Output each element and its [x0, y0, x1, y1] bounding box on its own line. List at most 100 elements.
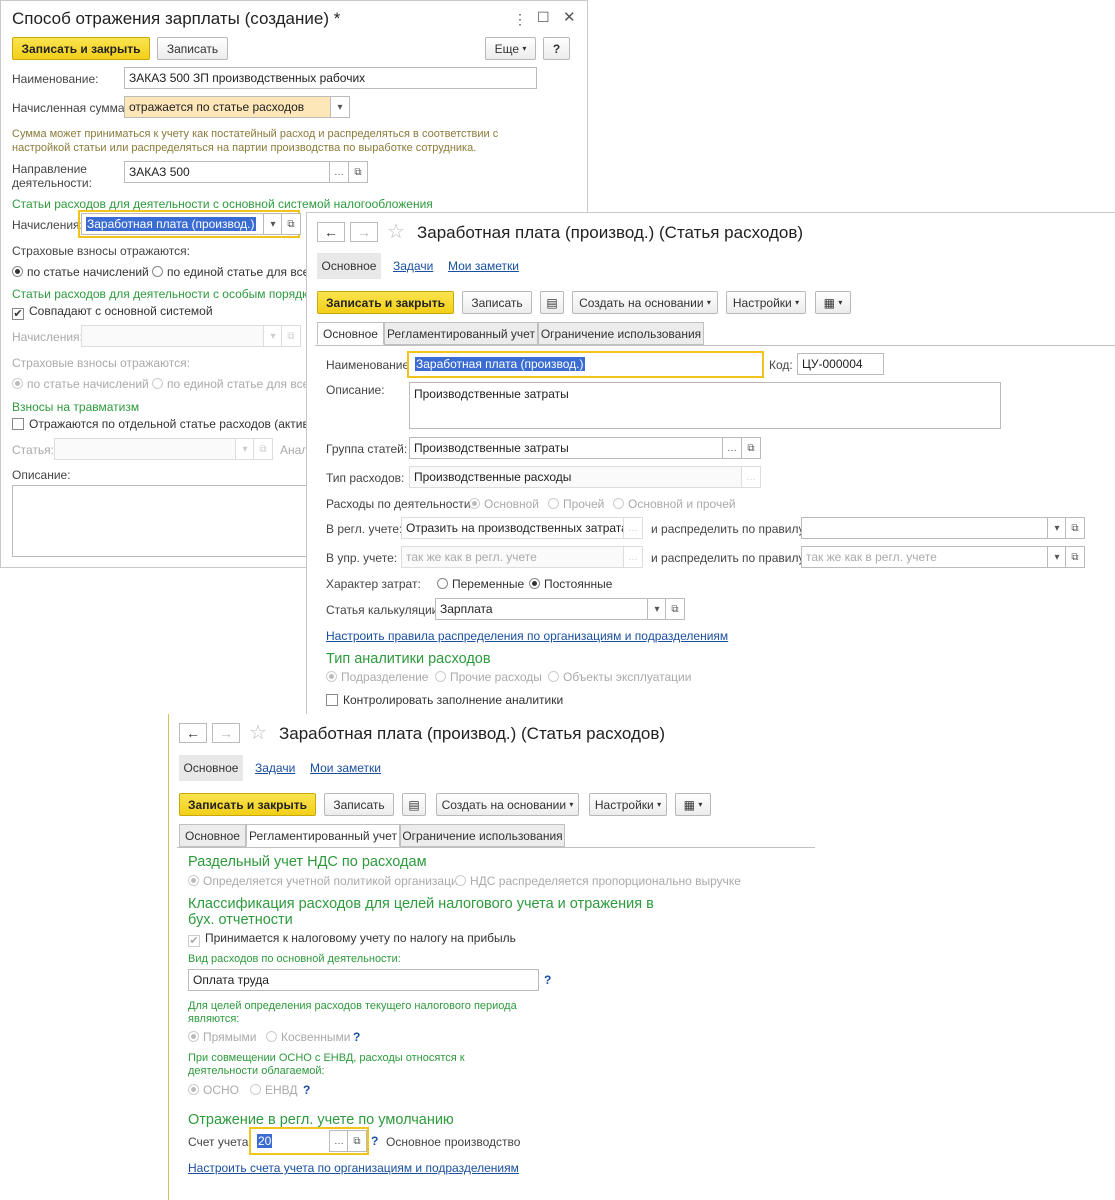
nav-notes[interactable]: Мои заметки: [448, 259, 519, 273]
analytics-dept-radio[interactable]: Подразделение: [326, 670, 428, 684]
description-field[interactable]: [12, 485, 308, 557]
open-icon[interactable]: ⧉: [281, 213, 301, 235]
open-icon[interactable]: ⧉: [665, 598, 685, 620]
type-field[interactable]: Производственные расходы: [409, 466, 743, 488]
dropdown-arrow-icon[interactable]: ▾: [1047, 546, 1067, 568]
ellipsis-icon[interactable]: …: [623, 517, 643, 539]
document-icon[interactable]: ▤: [540, 291, 564, 314]
code-field[interactable]: ЦУ-000004: [797, 353, 884, 375]
nav-tasks[interactable]: Задачи: [393, 259, 433, 273]
settings-button[interactable]: Настройки ▾: [726, 291, 806, 314]
back-arrow-icon[interactable]: ←: [179, 723, 207, 743]
save-button[interactable]: Записать: [324, 793, 394, 816]
tab-restrictions[interactable]: Ограничение использования: [538, 322, 704, 345]
envd-envd-radio[interactable]: ЕНВД: [250, 1083, 298, 1097]
create-based-button[interactable]: Создать на основании ▾: [436, 793, 579, 816]
distribute2-field[interactable]: так же как в регл. учете: [801, 546, 1049, 568]
open-icon[interactable]: ⧉: [741, 437, 761, 459]
accounts-settings-link[interactable]: Настроить счета учета по организациям и …: [188, 1161, 519, 1175]
activity-other-radio[interactable]: Прочей: [548, 497, 604, 511]
nav-main[interactable]: Основное: [317, 253, 381, 279]
activity-both-radio[interactable]: Основной и прочей: [613, 497, 736, 511]
article-field[interactable]: [54, 438, 236, 460]
star-icon[interactable]: ☆: [387, 219, 405, 244]
create-based-button[interactable]: Создать на основании ▾: [572, 291, 718, 314]
settings-button[interactable]: Настройки ▾: [589, 793, 667, 816]
direction-field[interactable]: ЗАКАЗ 500: [124, 161, 331, 183]
report-icon[interactable]: ▦ ▾: [815, 291, 851, 314]
dropdown-arrow-icon[interactable]: ▾: [1047, 517, 1067, 539]
maximize-icon[interactable]: ☐: [537, 9, 550, 26]
nature-fixed-radio[interactable]: Постоянные: [529, 577, 612, 591]
help-icon[interactable]: ?: [303, 1083, 310, 1097]
nav-tasks[interactable]: Задачи: [255, 761, 295, 775]
forward-arrow-icon[interactable]: →: [212, 723, 240, 743]
close-icon[interactable]: ✕: [563, 8, 576, 26]
open-icon[interactable]: ⧉: [281, 325, 301, 347]
tab-main[interactable]: Основное: [179, 824, 246, 847]
vat-policy-radio[interactable]: Определяется учетной политикой организац…: [188, 874, 464, 888]
profit-tax-checkbox[interactable]: ✔ Принимается к налоговому учету по налог…: [188, 931, 516, 947]
open-icon[interactable]: ⧉: [253, 438, 273, 460]
ellipsis-icon[interactable]: …: [741, 466, 761, 488]
activity-main-radio[interactable]: Основной: [469, 497, 539, 511]
save-and-close-button[interactable]: Записать и закрыть: [12, 37, 150, 60]
name-field[interactable]: ЗАКАЗ 500 ЗП производственных рабочих: [124, 67, 537, 89]
tab-restrictions[interactable]: Ограничение использования: [400, 824, 565, 847]
accruals-field[interactable]: Заработная плата (производ.): [81, 213, 264, 235]
save-and-close-button[interactable]: Записать и закрыть: [179, 793, 316, 816]
envd-osno-radio[interactable]: ОСНО: [188, 1083, 239, 1097]
mgmt-accounting-field[interactable]: так же как в регл. учете: [401, 546, 625, 568]
analytics-other-radio[interactable]: Прочие расходы: [435, 670, 542, 684]
save-button[interactable]: Записать: [462, 291, 532, 314]
tab-regulated[interactable]: Регламентированный учет: [246, 824, 400, 847]
forward-arrow-icon[interactable]: →: [350, 222, 378, 242]
open-icon[interactable]: ⧉: [348, 161, 368, 183]
radio2-by-accrual[interactable]: по статье начислений: [12, 377, 149, 391]
ellipsis-icon[interactable]: …: [329, 1130, 349, 1152]
expense-kind-field[interactable]: Оплата труда: [188, 969, 539, 991]
report-icon[interactable]: ▦ ▾: [675, 793, 711, 816]
save-and-close-button[interactable]: Записать и закрыть: [317, 291, 454, 314]
period-indirect-radio[interactable]: Косвенными: [266, 1030, 350, 1044]
back-arrow-icon[interactable]: ←: [317, 222, 345, 242]
save-button[interactable]: Записать: [157, 37, 228, 60]
nature-variable-radio[interactable]: Переменные: [437, 577, 524, 591]
open-icon[interactable]: ⧉: [1065, 517, 1085, 539]
dropdown-arrow-icon[interactable]: ▾: [263, 325, 283, 347]
document-icon[interactable]: ▤: [402, 793, 426, 816]
ellipsis-icon[interactable]: …: [623, 546, 643, 568]
period-direct-radio[interactable]: Прямыми: [188, 1030, 257, 1044]
description-field[interactable]: Производственные затраты: [409, 382, 1001, 429]
tab-main[interactable]: Основное: [317, 322, 384, 345]
dropdown-arrow-icon[interactable]: ▾: [235, 438, 255, 460]
accrued-sum-select[interactable]: отражается по статье расходов: [124, 96, 331, 118]
distribute-field[interactable]: [801, 517, 1049, 539]
open-icon[interactable]: ⧉: [347, 1130, 367, 1152]
control-analytics-checkbox[interactable]: Контролировать заполнение аналитики: [326, 693, 563, 707]
group-field[interactable]: Производственные затраты: [409, 437, 723, 459]
open-icon[interactable]: ⧉: [1065, 546, 1085, 568]
help-icon[interactable]: ?: [371, 1134, 378, 1148]
nav-notes[interactable]: Мои заметки: [310, 761, 381, 775]
dropdown-arrow-icon[interactable]: ▾: [647, 598, 667, 620]
same-as-main-checkbox[interactable]: ✔ Совпадают с основной системой: [12, 304, 213, 320]
help-button[interactable]: ?: [543, 37, 570, 60]
reg-accounting-field[interactable]: Отразить на производственных затратах: [401, 517, 625, 539]
help-icon[interactable]: ?: [353, 1030, 360, 1044]
star-icon[interactable]: ☆: [249, 720, 267, 745]
distribution-rules-link[interactable]: Настроить правила распределения по орган…: [326, 629, 728, 643]
nav-main[interactable]: Основное: [179, 755, 243, 781]
vat-proportional-radio[interactable]: НДС распределяется пропорционально выруч…: [455, 874, 741, 888]
help-icon[interactable]: ?: [544, 973, 551, 987]
account-field[interactable]: 20: [252, 1130, 330, 1152]
radio-single-article[interactable]: по единой статье для всех: [152, 265, 315, 279]
ellipsis-icon[interactable]: …: [329, 161, 349, 183]
injury-checkbox[interactable]: Отражаются по отдельной статье расходов …: [12, 417, 328, 431]
name-field[interactable]: Заработная плата (производ.): [410, 353, 761, 375]
ellipsis-icon[interactable]: …: [722, 437, 742, 459]
more-button[interactable]: Еще ▾: [485, 37, 536, 60]
dropdown-arrow-icon[interactable]: ▾: [330, 96, 350, 118]
analytics-objects-radio[interactable]: Объекты эксплуатации: [548, 670, 691, 684]
dropdown-arrow-icon[interactable]: ▾: [263, 213, 283, 235]
